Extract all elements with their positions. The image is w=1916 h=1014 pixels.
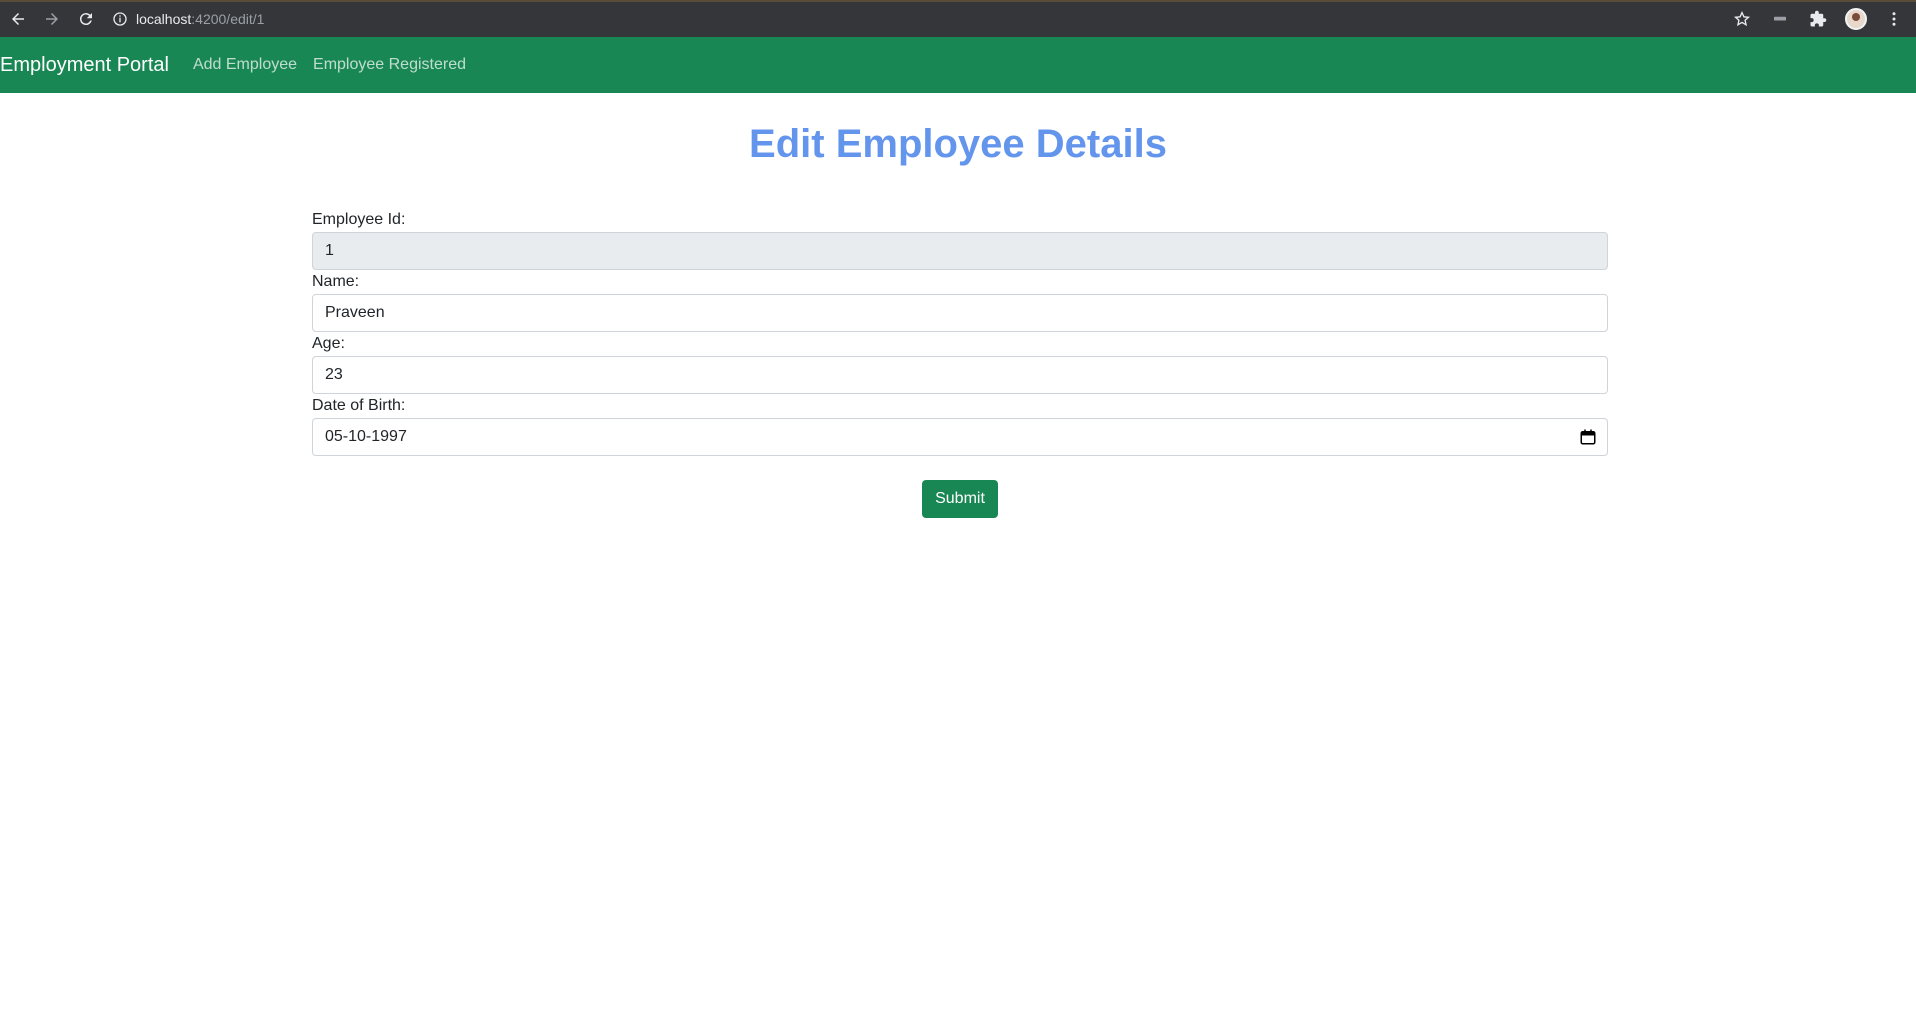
forward-icon [46,12,58,25]
name-value: Praveen [325,304,385,321]
window-edge [0,0,1916,2]
app-navbar: Employment Portal Add Employee Employee … [0,37,1916,93]
url-text: localhost:4200/edit/1 [136,11,264,27]
dob-label: Date of Birth: [312,397,406,414]
calendar-icon[interactable] [1579,428,1597,446]
extensions-icon [1810,10,1827,26]
employee-id-value: 1 [325,242,334,259]
address-bar[interactable]: localhost:4200/edit/1 [112,0,264,37]
page-title: Edit Employee Details [749,122,1167,166]
main-content: Edit Employee Details Employee Id: 1 Nam… [0,93,1916,518]
dob-value: 05-10-1997 [325,428,407,445]
name-label: Name: [312,273,360,290]
nav-add-employee[interactable]: Add Employee [193,56,297,74]
name-group: Name: Praveen [312,270,1608,332]
extensions-button[interactable] [1804,5,1832,33]
dob-group: Date of Birth: 05-10-1997 [312,394,1608,456]
star-icon [1733,10,1751,26]
reload-icon [79,12,92,25]
age-field[interactable]: 23 [312,356,1608,394]
nav-employee-registered[interactable]: Employee Registered [313,56,466,74]
back-button[interactable] [2,3,34,35]
employee-id-group: Employee Id: 1 [312,208,1608,270]
profile-avatar [1845,7,1867,30]
toolbar-actions [1728,5,1916,33]
tab-strip-button[interactable] [1766,5,1794,33]
employee-id-label: Employee Id: [312,211,406,228]
dob-field[interactable]: 05-10-1997 [312,418,1608,456]
back-icon [12,12,24,25]
forward-button[interactable] [36,3,68,35]
url-path: :4200/edit/1 [191,10,265,27]
employee-id-field: 1 [312,232,1608,270]
submit-row: Submit [312,480,1608,518]
bookmark-button[interactable] [1728,5,1756,33]
menu-button[interactable] [1880,5,1908,33]
brand-link[interactable]: Employment Portal [0,54,169,77]
reload-button[interactable] [70,3,102,35]
age-label: Age: [312,335,345,352]
age-group: Age: 23 [312,332,1608,394]
tab-strip-icon [1774,16,1786,20]
info-icon[interactable] [112,11,128,27]
age-value: 23 [325,366,343,383]
url-host: localhost [136,10,192,27]
profile-button[interactable] [1842,5,1870,33]
edit-employee-form: Employee Id: 1 Name: Praveen Age: 23 Dat… [312,208,1608,518]
browser-toolbar: localhost:4200/edit/1 [0,0,1916,37]
name-field[interactable]: Praveen [312,294,1608,332]
submit-button[interactable]: Submit [922,480,998,518]
menu-icon [1892,11,1896,26]
